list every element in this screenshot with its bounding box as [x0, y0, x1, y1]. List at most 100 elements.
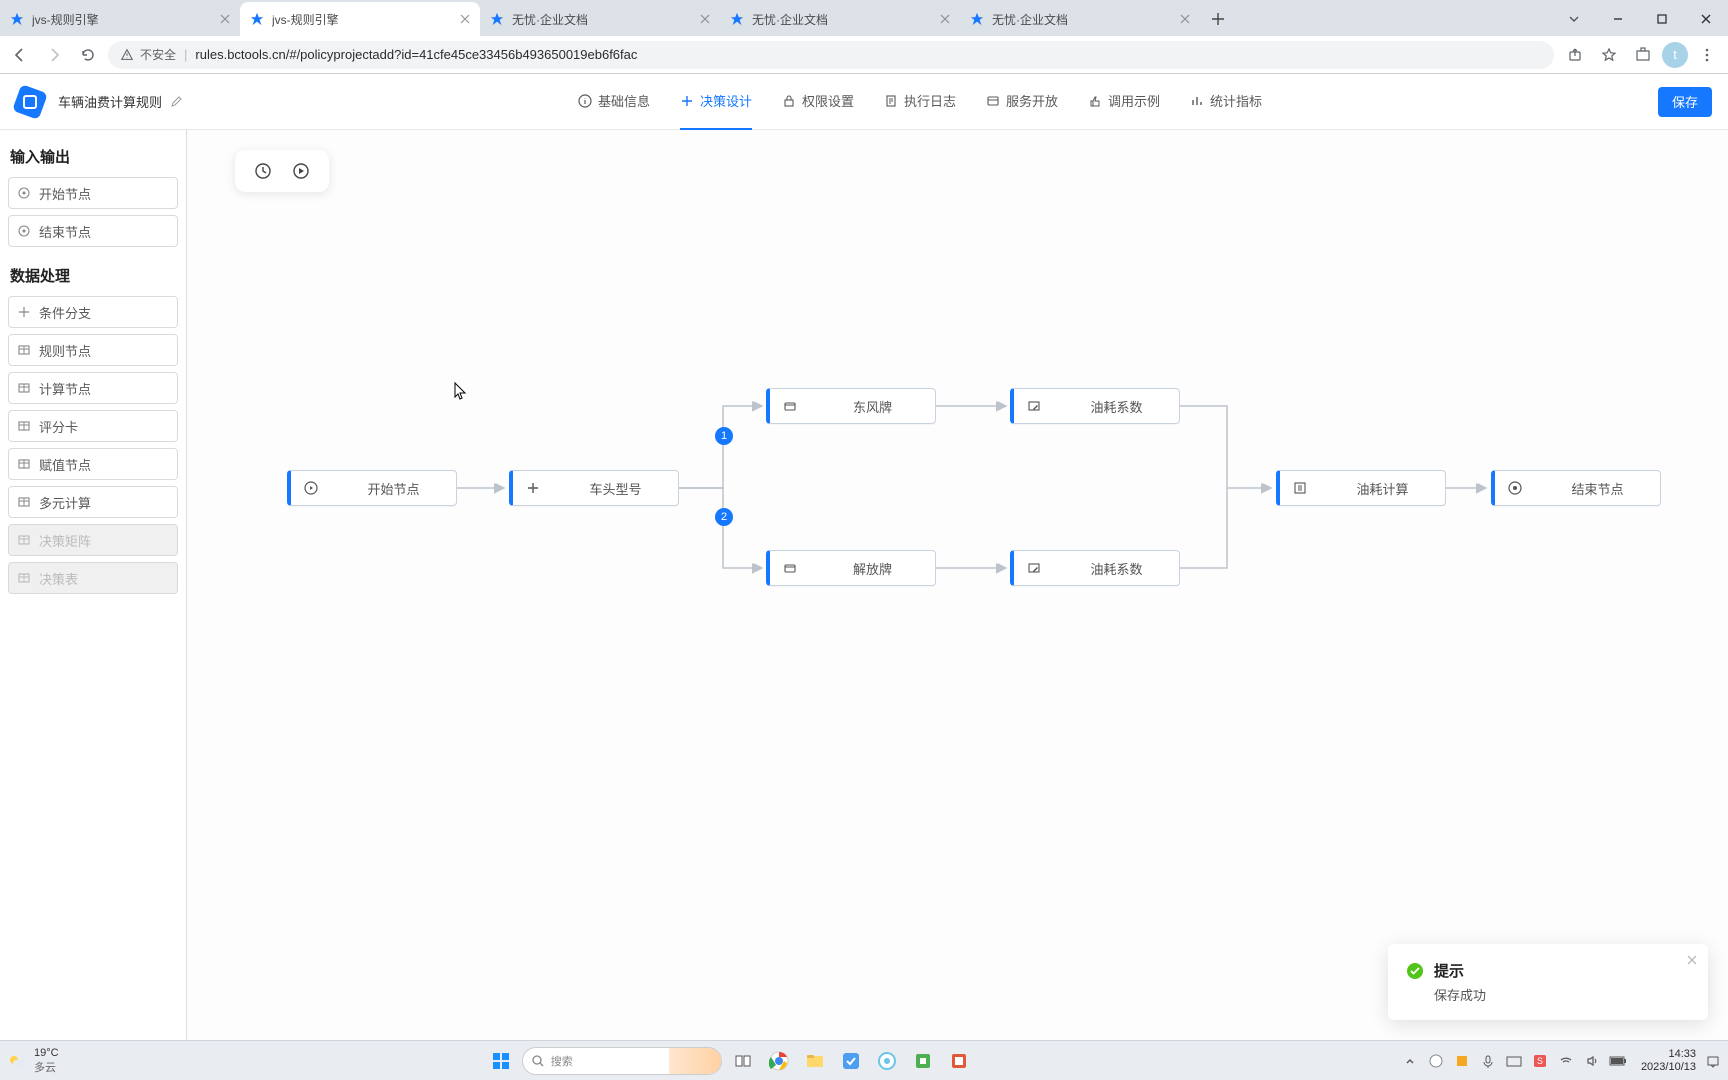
taskview-icon[interactable] — [728, 1046, 758, 1076]
close-icon[interactable] — [700, 14, 710, 24]
nav-label: 执行日志 — [904, 91, 956, 110]
info-icon — [578, 94, 592, 108]
nav-example[interactable]: 调用示例 — [1088, 74, 1160, 130]
sidebar-item-end-node[interactable]: 结束节点 — [8, 215, 178, 247]
tab-title: jvs-规则引擎 — [32, 11, 212, 28]
close-icon[interactable] — [220, 14, 230, 24]
node-branch1-b[interactable]: 油耗系数 — [1010, 388, 1180, 424]
clock-date: 2023/10/13 — [1641, 1061, 1696, 1073]
sidebar-item-label: 多元计算 — [39, 493, 91, 512]
grid-icon — [17, 419, 31, 433]
nav-basic-info[interactable]: 基础信息 — [578, 74, 650, 130]
stop-icon — [1507, 480, 1523, 496]
insecure-indicator[interactable]: 不安全 — [120, 46, 176, 63]
grid-icon — [17, 457, 31, 471]
flow-canvas[interactable]: 1 2 开始节点 车头型号 东风牌 油耗系数 解放牌 油耗系数 油耗 — [187, 130, 1728, 1040]
extensions-icon[interactable] — [1628, 41, 1658, 69]
address-bar[interactable]: 不安全 | rules.bctools.cn/#/policyprojectad… — [108, 41, 1554, 69]
tray-mic-icon[interactable] — [1479, 1052, 1497, 1070]
nav-label: 决策设计 — [700, 91, 752, 110]
tray-battery-icon[interactable] — [1609, 1052, 1627, 1070]
browser-tab-1[interactable]: jvs-规则引擎 — [240, 2, 480, 36]
window-close-icon[interactable] — [1684, 2, 1728, 36]
tray-app-icon[interactable] — [1427, 1052, 1445, 1070]
search-placeholder: 搜索 — [551, 1053, 573, 1069]
tray-chevron-icon[interactable] — [1401, 1052, 1419, 1070]
lock-icon — [782, 94, 796, 108]
node-end[interactable]: 结束节点 — [1491, 470, 1661, 506]
window-minimize-icon[interactable] — [1596, 2, 1640, 36]
close-icon[interactable] — [940, 14, 950, 24]
sidebar-item-label: 评分卡 — [39, 417, 78, 436]
app-body: 输入输出 开始节点 结束节点 数据处理 条件分支 规则节点 计算节点 评分卡 赋… — [0, 130, 1728, 1040]
share-icon[interactable] — [1560, 41, 1590, 69]
taskbar-clock[interactable]: 14:33 2023/10/13 — [1641, 1048, 1696, 1072]
app-icon-4[interactable] — [944, 1046, 974, 1076]
node-label: 开始节点 — [343, 479, 444, 498]
sidebar-item-multicalc[interactable]: 多元计算 — [8, 486, 178, 518]
node-start[interactable]: 开始节点 — [287, 470, 457, 506]
tray-app-icon[interactable] — [1453, 1052, 1471, 1070]
taskbar-weather[interactable]: 19°C 多云 — [6, 1047, 59, 1075]
browser-tab-2[interactable]: 无忧·企业文档 — [480, 2, 720, 36]
sidebar-item-rule[interactable]: 规则节点 — [8, 334, 178, 366]
save-button[interactable]: 保存 — [1658, 87, 1712, 117]
app-icon-1[interactable] — [836, 1046, 866, 1076]
nav-permission[interactable]: 权限设置 — [782, 74, 854, 130]
bookmark-star-icon[interactable] — [1594, 41, 1624, 69]
browser-tab-3[interactable]: 无忧·企业文档 — [720, 2, 960, 36]
sidebar-item-decision-table: 决策表 — [8, 562, 178, 594]
tray-keyboard-icon[interactable] — [1505, 1052, 1523, 1070]
overflow-menu-icon[interactable] — [1692, 41, 1722, 69]
window-maximize-icon[interactable] — [1640, 2, 1684, 36]
tray-ime-icon[interactable]: S — [1531, 1052, 1549, 1070]
node-branch1-a[interactable]: 东风牌 — [766, 388, 936, 424]
app-icon-2[interactable] — [872, 1046, 902, 1076]
node-branch2-b[interactable]: 油耗系数 — [1010, 550, 1180, 586]
sidebar-section-process: 数据处理 — [10, 265, 176, 286]
tray-notification-icon[interactable] — [1704, 1052, 1722, 1070]
app-logo[interactable] — [12, 84, 48, 120]
sidebar-item-calc[interactable]: 计算节点 — [8, 372, 178, 404]
nav-forward-icon[interactable] — [40, 41, 68, 69]
sidebar-item-assign[interactable]: 赋值节点 — [8, 448, 178, 480]
weather-desc: 多云 — [34, 1059, 59, 1075]
chrome-icon[interactable] — [764, 1046, 794, 1076]
grid-icon — [17, 381, 31, 395]
search-icon — [531, 1054, 545, 1068]
profile-avatar[interactable]: t — [1662, 42, 1688, 68]
toast-message: 保存成功 — [1434, 985, 1690, 1004]
explorer-icon[interactable] — [800, 1046, 830, 1076]
avatar-initial: t — [1673, 47, 1677, 62]
nav-label: 基础信息 — [598, 91, 650, 110]
close-icon[interactable] — [460, 14, 470, 24]
node-branch2-a[interactable]: 解放牌 — [766, 550, 936, 586]
start-menu-icon[interactable] — [486, 1046, 516, 1076]
edit-title-icon[interactable] — [170, 96, 182, 108]
nav-exec-log[interactable]: 执行日志 — [884, 74, 956, 130]
browser-tab-4[interactable]: 无忧·企业文档 — [960, 2, 1200, 36]
node-calc[interactable]: 油耗计算 — [1276, 470, 1446, 506]
nav-decision-design[interactable]: 决策设计 — [680, 74, 752, 130]
tabs-dropdown-icon[interactable] — [1552, 2, 1596, 36]
app-icon-3[interactable] — [908, 1046, 938, 1076]
tray-wifi-icon[interactable] — [1557, 1052, 1575, 1070]
nav-back-icon[interactable] — [6, 41, 34, 69]
new-tab-button[interactable] — [1200, 2, 1236, 36]
card-icon — [782, 398, 798, 414]
sidebar-item-start-node[interactable]: 开始节点 — [8, 177, 178, 209]
nav-stats[interactable]: 统计指标 — [1190, 74, 1262, 130]
close-icon[interactable] — [1180, 14, 1190, 24]
nav-reload-icon[interactable] — [74, 41, 102, 69]
calc-icon — [1292, 480, 1308, 496]
taskbar-search[interactable]: 搜索 — [522, 1047, 722, 1075]
browser-toolbar: 不安全 | rules.bctools.cn/#/policyprojectad… — [0, 36, 1728, 74]
close-icon[interactable] — [1686, 954, 1698, 966]
sidebar-item-score[interactable]: 评分卡 — [8, 410, 178, 442]
nav-service-open[interactable]: 服务开放 — [986, 74, 1058, 130]
tray-volume-icon[interactable] — [1583, 1052, 1601, 1070]
browser-tab-0[interactable]: jvs-规则引擎 — [0, 2, 240, 36]
sidebar-item-condition[interactable]: 条件分支 — [8, 296, 178, 328]
nav-label: 调用示例 — [1108, 91, 1160, 110]
node-condition[interactable]: 车头型号 — [509, 470, 679, 506]
